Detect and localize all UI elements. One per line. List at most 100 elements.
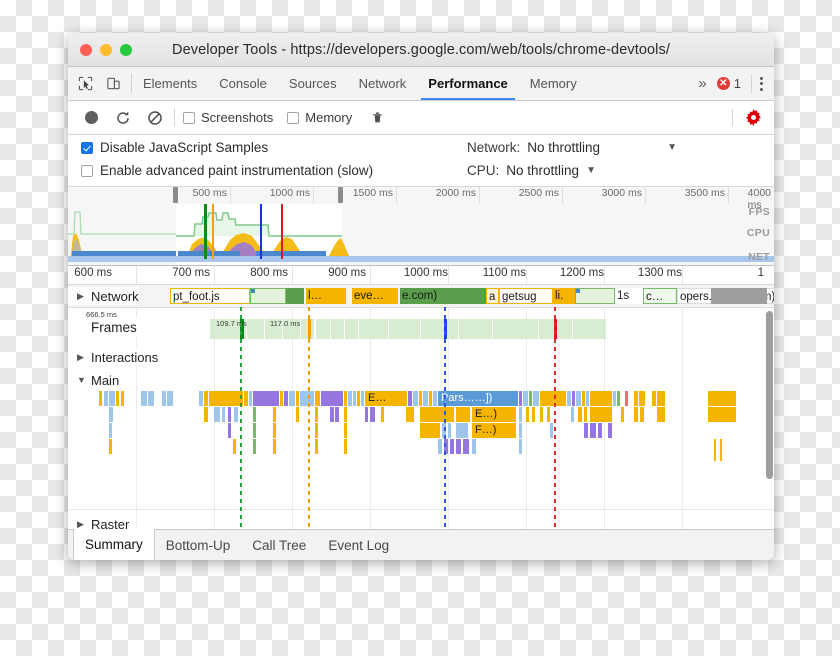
network-track-scrollbar[interactable] <box>711 288 767 304</box>
track-header-interactions[interactable]: ▶ Interactions <box>68 347 159 367</box>
tab-elements[interactable]: Elements <box>132 67 208 100</box>
network-request[interactable]: eve… <box>352 288 398 304</box>
trash-icon[interactable] <box>368 109 386 127</box>
cpu-throttling-chevron-down-icon[interactable]: ▼ <box>586 165 596 176</box>
clear-recording-icon[interactable] <box>146 109 164 127</box>
timeline-overview[interactable]: 500 ms 1000 ms 1500 ms 2000 ms 2500 ms 3… <box>68 187 774 266</box>
network-request[interactable]: 1s <box>615 288 643 304</box>
gear-icon[interactable] <box>745 109 762 126</box>
interactions-expand-triangle-icon[interactable]: ▶ <box>77 352 86 363</box>
main-track-row[interactable]: ▼ Main E… Pars……]) E…) F…) <box>68 370 774 520</box>
interactions-track-row[interactable]: ▶ Interactions <box>68 345 774 370</box>
track-label-main: Main <box>91 372 120 388</box>
toolbar-divider <box>174 109 175 126</box>
network-request[interactable]: e.com) <box>400 288 490 304</box>
track-label-interactions: Interactions <box>91 349 159 365</box>
overview-handle-right[interactable] <box>338 187 343 203</box>
network-request[interactable]: l… <box>306 288 346 304</box>
tab-event-log[interactable]: Event Log <box>317 530 400 560</box>
network-request[interactable] <box>286 288 304 304</box>
record-button[interactable] <box>82 109 100 127</box>
close-window-button[interactable] <box>80 43 92 56</box>
track-header-frames[interactable]: Frames <box>68 317 137 337</box>
tab-call-tree[interactable]: Call Tree <box>241 530 317 560</box>
overview-tick-5: 3000 ms <box>601 187 642 199</box>
cpu-throttling-row: CPU: No throttling ▼ <box>467 163 596 178</box>
overview-marker-load <box>260 204 262 259</box>
network-throttling-value[interactable]: No throttling <box>527 140 600 155</box>
flame-bar-label[interactable]: E… <box>365 391 407 406</box>
overview-lane-net: NET <box>748 251 770 263</box>
zoom-window-button[interactable] <box>120 43 132 56</box>
network-request[interactable]: c… <box>643 288 677 304</box>
main-expand-triangle-icon[interactable]: ▼ <box>77 375 86 385</box>
overview-tick-0: 500 ms <box>192 187 227 199</box>
overview-graphs: FPS CPU NET <box>68 187 774 265</box>
tracks-vertical-scrollbar[interactable] <box>766 311 773 479</box>
network-track-row[interactable]: pt_foot.js l… eve… e.com) a getsug li. 1… <box>68 285 774 308</box>
selected-flame-bar-label[interactable]: Pars……]) <box>438 391 518 406</box>
overview-marker-fmp <box>212 204 214 259</box>
more-tabs-icon[interactable]: » <box>696 75 708 92</box>
network-request[interactable]: getsug <box>499 288 553 304</box>
overview-lane-cpu: CPU <box>746 227 770 239</box>
tab-memory[interactable]: Memory <box>519 67 588 100</box>
tab-sources[interactable]: Sources <box>278 67 348 100</box>
track-label-network: Network <box>91 288 139 304</box>
tabbar-right-cluster: » ✕ 1 <box>696 67 774 100</box>
network-throttling-label: Network: <box>467 140 521 155</box>
overview-marker-dcl <box>204 204 207 259</box>
tab-bottom-up[interactable]: Bottom-Up <box>155 530 242 560</box>
raster-expand-triangle-icon[interactable]: ▶ <box>77 519 86 530</box>
more-options-icon[interactable] <box>751 74 770 93</box>
advanced-paint-checkbox[interactable]: Enable advanced paint instrumentation (s… <box>81 163 373 178</box>
window-controls[interactable] <box>80 43 132 56</box>
minimize-window-button[interactable] <box>100 43 112 56</box>
settings-divider <box>732 109 733 126</box>
network-request[interactable]: pt_foot.js <box>170 288 250 304</box>
frames-track-row[interactable]: 666.5 ms 109.7 ms 117.0 ms Frames <box>68 307 774 345</box>
window-title: Developer Tools - https://developers.goo… <box>172 41 670 58</box>
tab-console[interactable]: Console <box>208 67 278 100</box>
disable-js-samples-checkbox[interactable]: Disable JavaScript Samples <box>81 140 268 155</box>
cpu-throttling-value[interactable]: No throttling <box>506 163 579 178</box>
flame-row-3 <box>68 439 774 461</box>
track-header-raster[interactable]: ▶ Raster <box>68 514 130 530</box>
timeline-tick-5: 1100 ms <box>482 267 526 279</box>
timeline-tick-3: 900 ms <box>328 267 366 279</box>
screenshots-checkbox-box <box>183 111 195 124</box>
timeline-tick-0: 600 ms <box>74 267 112 279</box>
memory-checkbox[interactable]: Memory <box>287 110 352 125</box>
network-request[interactable]: a <box>486 288 499 304</box>
network-request[interactable] <box>575 288 615 304</box>
tab-summary[interactable]: Summary <box>73 529 155 560</box>
track-label-raster: Raster <box>91 516 130 530</box>
network-request[interactable]: li. <box>553 288 575 304</box>
track-header-main[interactable]: ▼ Main <box>68 370 120 390</box>
overview-lane-fps: FPS <box>748 206 770 218</box>
capture-settings: Disable JavaScript Samples Enable advanc… <box>68 135 774 187</box>
device-toolbar-icon[interactable] <box>105 75 122 92</box>
network-throttling-chevron-down-icon[interactable]: ▼ <box>667 142 677 153</box>
flame-bar-label[interactable]: F…) <box>472 423 516 438</box>
overview-tick-1: 1000 ms <box>269 187 310 199</box>
timeline-tracks[interactable]: pt_foot.js l… eve… e.com) a getsug li. 1… <box>68 285 774 529</box>
error-count: 1 <box>733 76 741 91</box>
memory-label: Memory <box>305 110 353 125</box>
overview-tick-2: 1500 ms <box>352 187 393 199</box>
network-expand-triangle-icon[interactable]: ▶ <box>77 291 86 302</box>
raster-track-row[interactable]: ▶ Raster <box>68 509 774 529</box>
track-header-network[interactable]: ▶ Network <box>68 287 139 305</box>
overview-handle-left[interactable] <box>173 187 178 203</box>
screenshots-checkbox[interactable]: Screenshots <box>183 110 273 125</box>
inspect-element-icon[interactable] <box>77 75 94 92</box>
tab-network[interactable]: Network <box>348 67 418 100</box>
advanced-paint-label: Enable advanced paint instrumentation (s… <box>100 163 374 178</box>
network-request[interactable] <box>250 288 286 304</box>
marker-line-fmp <box>308 307 310 529</box>
tab-performance[interactable]: Performance <box>417 67 518 100</box>
error-badge[interactable]: ✕ 1 <box>716 76 741 91</box>
flame-bar-label[interactable]: E…) <box>472 407 516 422</box>
frames-band <box>316 319 606 339</box>
reload-and-record-icon[interactable] <box>114 109 132 127</box>
